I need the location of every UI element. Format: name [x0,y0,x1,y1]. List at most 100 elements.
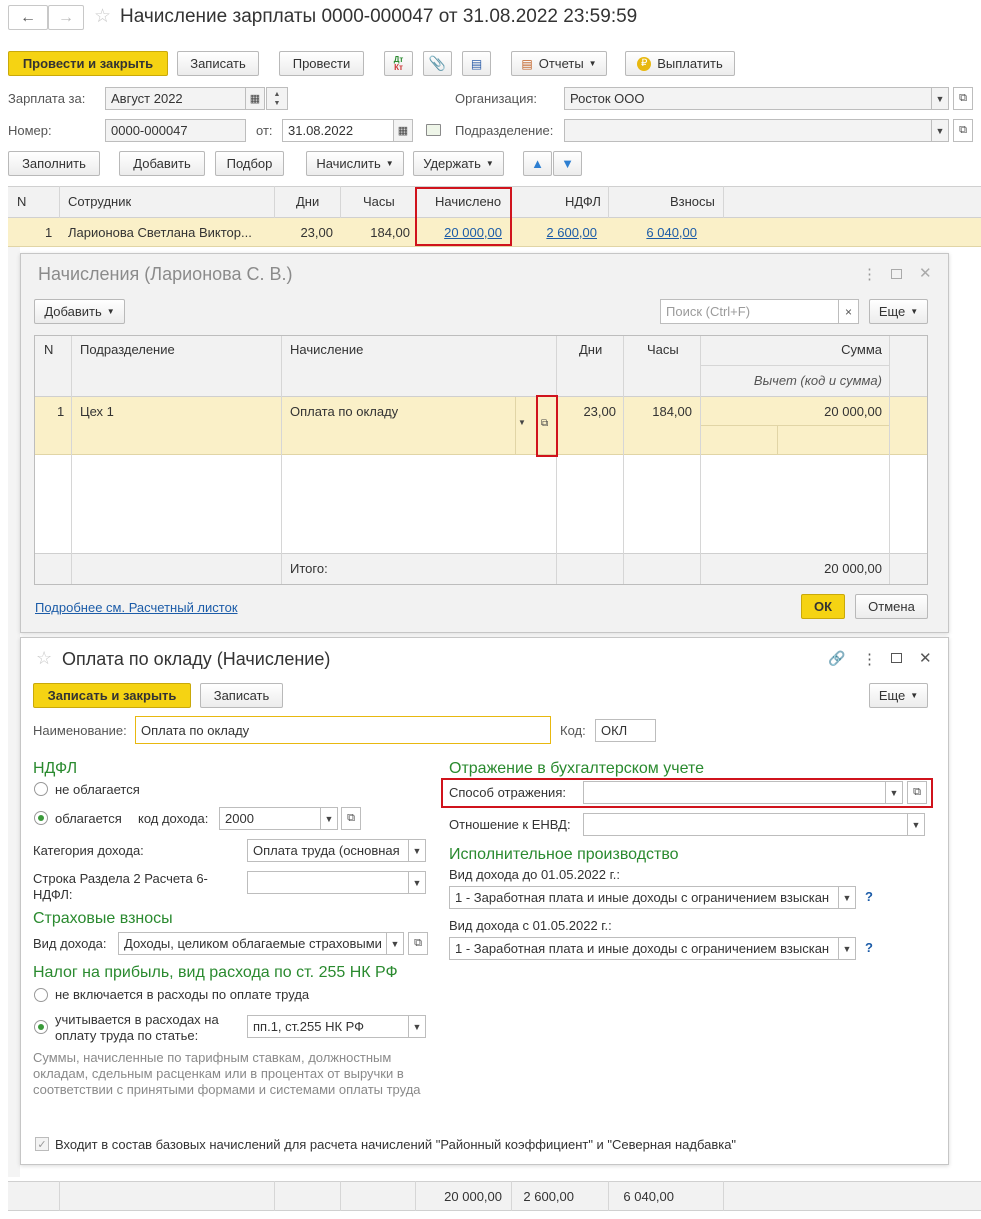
link-icon[interactable]: 🔗 [828,650,845,667]
calendar-icon[interactable]: ▦ [393,119,413,142]
after-help-icon[interactable]: ? [865,940,873,955]
department-open-icon[interactable]: ⧉ [953,119,973,142]
income-type-field[interactable]: Доходы, целиком облагаемые страховыми [118,932,387,955]
line6-field[interactable] [247,871,409,894]
row-employee[interactable]: Ларионова Светлана Виктор... [68,225,268,240]
accruals-more-button[interactable]: Еще ▼ [869,299,928,324]
name-field[interactable]: Оплата по окладу [135,716,551,744]
income-code-dropdown[interactable]: ▼ [320,807,338,830]
acc-col-accrual: Начисление [290,342,364,357]
line6-label-2: НДФЛ: [33,887,73,902]
acc-col-sum: Сумма [841,342,882,357]
income-category-field[interactable]: Оплата труда (основная [247,839,409,862]
base-checkbox[interactable]: ✓ [35,1137,49,1151]
profit-tax-header: Налог на прибыль, вид расхода по ст. 255… [33,964,398,981]
maximize-icon[interactable] [891,653,902,663]
attachment-icon[interactable]: 📎 [423,51,452,76]
move-up-button[interactable]: ▲ [523,151,552,176]
fill-button[interactable]: Заполнить [8,151,100,176]
chevron-down-icon: ▼ [588,59,597,68]
search-clear-icon[interactable]: × [838,299,859,324]
select-button[interactable]: Подбор [215,151,284,176]
income-category-dropdown[interactable]: ▼ [408,839,426,862]
move-down-button[interactable]: ▼ [553,151,582,176]
after-field[interactable]: 1 - Заработная плата и иные доходы с огр… [449,937,839,960]
department-field[interactable] [564,119,932,142]
acc-col-deduction: Вычет (код и сумма) [753,373,882,388]
row-hours: 184,00 [370,225,410,240]
chart-icon: ▤ [521,56,533,71]
payslip-link[interactable]: Подробнее см. Расчетный листок [35,600,238,615]
line6-dropdown[interactable]: ▼ [408,871,426,894]
organization-open-icon[interactable]: ⧉ [953,87,973,110]
income-code-field[interactable]: 2000 [219,807,321,830]
before-help-icon[interactable]: ? [865,889,873,904]
post-and-close-button[interactable]: Провести и закрыть [8,51,168,76]
after-dropdown[interactable]: ▼ [838,937,856,960]
name-label: Наименование: [33,723,127,738]
post-button[interactable]: Провести [279,51,364,76]
structure-icon[interactable]: ▤ [462,51,491,76]
cancel-button[interactable]: Отмена [855,594,928,619]
close-icon[interactable]: ✕ [919,264,932,282]
pay-button[interactable]: ₽ Выплатить [625,51,735,76]
department-dropdown[interactable]: ▼ [931,119,949,142]
dtkt-icon[interactable]: Дт Кт [384,51,413,76]
chevron-down-icon: ▼ [485,159,494,168]
ndfl-not-taxed-radio[interactable] [34,782,48,796]
nav-forward-button[interactable]: → [48,5,84,30]
close-icon[interactable]: ✕ [919,649,932,667]
accruals-add-button[interactable]: Добавить ▼ [34,299,125,324]
search-input[interactable]: Поиск (Ctrl+F) [660,299,839,324]
income-code-open-icon[interactable]: ⧉ [341,807,361,830]
accrue-button[interactable]: Начислить ▼ [306,151,404,176]
withhold-button[interactable]: Удержать ▼ [413,151,504,176]
included-label-2: оплату труда по статье: [55,1028,199,1043]
row-ndfl-link[interactable]: 2 600,00 [520,225,597,240]
form-save-button[interactable]: Записать [200,683,283,708]
maximize-icon[interactable] [891,269,902,279]
acc-row-accrual[interactable]: Оплата по окладу [290,404,398,419]
acc-row-dept[interactable]: Цех 1 [80,404,114,419]
chevron-down-icon: ▼ [106,307,115,316]
more-dots-icon[interactable]: ⋮ [862,265,877,283]
ndfl-taxed-radio[interactable] [34,811,48,825]
save-button[interactable]: Записать [177,51,259,76]
favorite-star-icon[interactable]: ☆ [36,648,52,669]
ok-button[interactable]: ОК [801,594,845,619]
save-close-button[interactable]: Записать и закрыть [33,683,191,708]
acc-total-label: Итого: [290,561,328,576]
article-field[interactable]: пп.1, ст.255 НК РФ [247,1015,409,1038]
row-contrib-link[interactable]: 6 040,00 [620,225,697,240]
income-type-dropdown[interactable]: ▼ [386,932,404,955]
footer-accrued: 20 000,00 [444,1189,502,1204]
article-dropdown[interactable]: ▼ [408,1015,426,1038]
favorite-star-icon[interactable]: ☆ [94,5,111,28]
base-checkbox-label: Входит в состав базовых начислений для р… [55,1137,737,1152]
number-field[interactable]: 0000-000047 [105,119,246,142]
not-included-radio[interactable] [34,988,48,1002]
envd-label: Отношение к ЕНВД: [449,817,571,832]
month-stepper[interactable]: ▲ ▼ [266,87,288,110]
add-button[interactable]: Добавить [119,151,205,176]
comment-icon[interactable] [426,124,441,136]
envd-field[interactable] [583,813,909,836]
code-field[interactable]: ОКЛ [595,719,656,742]
date-field[interactable]: 31.08.2022 [282,119,394,142]
col-header-employee: Сотрудник [68,194,132,209]
included-radio[interactable] [34,1020,48,1034]
more-dots-icon[interactable]: ⋮ [862,650,877,668]
nav-back-button[interactable]: ← [8,5,48,30]
form-more-button[interactable]: Еще ▼ [869,683,928,708]
salary-for-field[interactable]: Август 2022 [105,87,246,110]
calendar-icon[interactable]: ▦ [245,87,265,110]
before-field[interactable]: 1 - Заработная плата и иные доходы с огр… [449,886,839,909]
reports-button[interactable]: ▤ Отчеты ▼ [511,51,607,76]
organization-dropdown[interactable]: ▼ [931,87,949,110]
before-dropdown[interactable]: ▼ [838,886,856,909]
organization-field[interactable]: Росток ООО [564,87,932,110]
accrual-dropdown-icon[interactable]: ▼ [518,418,526,427]
accruals-dialog-title: Начисления (Ларионова С. В.) [38,264,293,284]
income-type-open-icon[interactable]: ⧉ [408,932,428,955]
envd-dropdown[interactable]: ▼ [907,813,925,836]
